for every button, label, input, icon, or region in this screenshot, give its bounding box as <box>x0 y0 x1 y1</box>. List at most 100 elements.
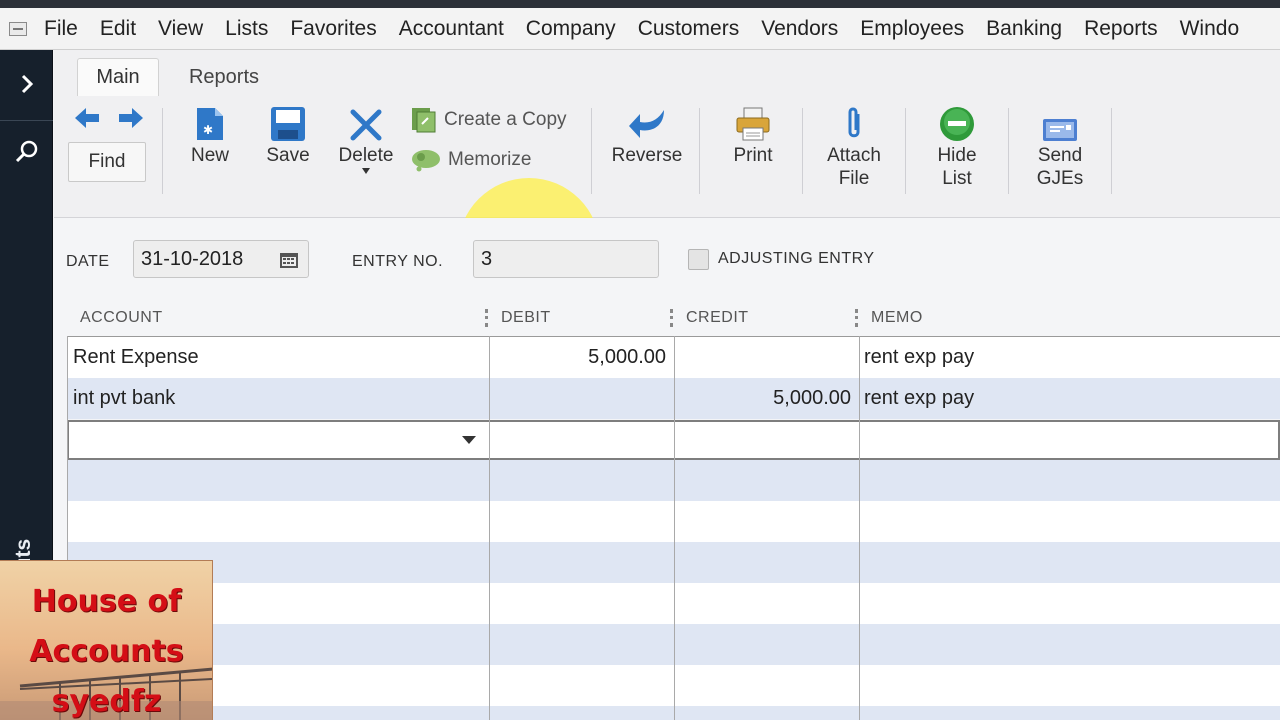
credit-cell[interactable]: 5,000.00 <box>674 378 859 419</box>
reverse-arrow-icon <box>628 104 666 142</box>
send-label-1: Send <box>1037 145 1083 166</box>
save-button[interactable]: Save <box>264 104 312 167</box>
tab-reports[interactable]: Reports <box>174 58 274 96</box>
debit-cell[interactable]: 5,000.00 <box>489 337 674 378</box>
quickbooks-window: File Edit View Lists Favorites Accountan… <box>0 0 1280 720</box>
create-copy-label: Create a Copy <box>444 109 567 130</box>
menu-edit[interactable]: Edit <box>100 17 136 41</box>
col-header-credit[interactable]: CREDIT <box>686 300 749 336</box>
channel-watermark: House of Accounts syedfz <box>0 560 213 720</box>
print-button[interactable]: Print <box>726 104 780 167</box>
menu-reports[interactable]: Reports <box>1084 17 1158 41</box>
grid-line <box>859 336 860 720</box>
credit-cell[interactable] <box>674 337 859 378</box>
toolbar-divider <box>1111 108 1112 194</box>
menu-lists[interactable]: Lists <box>225 17 268 41</box>
toolbar: Find ✱ New Save Delete Create a Copy Mem… <box>54 96 1280 320</box>
menu-employees[interactable]: Employees <box>860 17 964 41</box>
expand-chevron-icon[interactable] <box>0 62 53 106</box>
system-menu-icon[interactable] <box>6 19 30 39</box>
debit-cell[interactable] <box>489 378 674 419</box>
memo-cell[interactable]: rent exp pay <box>864 378 1274 419</box>
delete-x-icon <box>349 104 383 142</box>
date-field[interactable]: 31-10-2018 <box>133 240 309 278</box>
watermark-line-3: syedfz <box>51 684 162 719</box>
reverse-button[interactable]: Reverse <box>610 104 684 167</box>
grid-line <box>674 336 675 720</box>
toolbar-divider <box>1008 108 1009 194</box>
menu-favorites[interactable]: Favorites <box>290 17 376 41</box>
copy-document-icon <box>410 106 438 134</box>
send-gjes-button[interactable]: Send GJEs <box>1030 104 1090 190</box>
find-button[interactable]: Find <box>68 142 146 182</box>
menu-vendors[interactable]: Vendors <box>761 17 838 41</box>
previous-arrow-icon[interactable] <box>74 106 100 134</box>
account-dropdown-icon[interactable] <box>462 436 476 444</box>
reverse-label: Reverse <box>611 145 683 166</box>
next-arrow-icon[interactable] <box>118 106 144 134</box>
memo-cell[interactable]: rent exp pay <box>864 337 1274 378</box>
hide-list-button[interactable]: Hide List <box>930 104 984 190</box>
journal-entry-form: DATE 31-10-2018 ENTRY NO. 3 ADJUSTING EN… <box>54 218 1280 720</box>
journal-grid: ACCOUNT DEBIT CREDIT MEMO Rent Expense 5… <box>67 300 1280 720</box>
new-label: New <box>190 145 229 166</box>
menu-customers[interactable]: Customers <box>638 17 740 41</box>
attach-label-2: File <box>838 168 870 189</box>
col-header-debit[interactable]: DEBIT <box>501 300 551 336</box>
attach-file-button[interactable]: Attach File <box>822 104 886 190</box>
printer-icon <box>735 104 771 142</box>
sidebar-divider <box>0 120 53 121</box>
date-label: DATE <box>66 253 110 270</box>
new-document-icon: ✱ <box>195 104 225 142</box>
new-button[interactable]: ✱ New <box>188 104 232 167</box>
svg-text:✱: ✱ <box>203 123 213 137</box>
col-header-account[interactable]: ACCOUNT <box>80 300 163 336</box>
menu-bar: File Edit View Lists Favorites Accountan… <box>0 8 1280 50</box>
watermark-line-1: House of <box>31 584 182 619</box>
send-label-2: GJEs <box>1036 168 1084 189</box>
delete-button[interactable]: Delete <box>336 104 396 175</box>
toolbar-divider <box>802 108 803 194</box>
send-envelope-icon <box>1042 104 1078 142</box>
toolbar-divider <box>591 108 592 194</box>
attach-label-1: Attach <box>827 145 881 166</box>
search-icon[interactable] <box>0 130 53 174</box>
delete-label: Delete <box>338 145 394 166</box>
tab-main[interactable]: Main <box>77 58 159 96</box>
adjusting-entry-checkbox[interactable] <box>688 249 709 270</box>
entry-no-field[interactable]: 3 <box>473 240 659 278</box>
hide-minus-icon <box>939 104 975 142</box>
menu-view[interactable]: View <box>158 17 203 41</box>
delete-dropdown-icon[interactable] <box>361 167 371 175</box>
title-stripe <box>0 0 1280 8</box>
memorize-label: Memorize <box>448 149 532 170</box>
hide-label-2: List <box>942 168 972 189</box>
menu-window[interactable]: Windo <box>1180 17 1240 41</box>
date-value: 31-10-2018 <box>141 247 244 270</box>
print-label: Print <box>733 145 773 166</box>
account-cell[interactable]: int pvt bank <box>73 378 483 419</box>
column-resize-grip[interactable] <box>855 309 858 327</box>
menu-accountant[interactable]: Accountant <box>399 17 504 41</box>
adjusting-entry-label: ADJUSTING ENTRY <box>718 250 875 267</box>
memorize-button[interactable]: Memorize <box>410 144 531 176</box>
save-label: Save <box>266 145 310 166</box>
hide-label-1: Hide <box>937 145 977 166</box>
column-resize-grip[interactable] <box>670 309 673 327</box>
column-resize-grip[interactable] <box>485 309 488 327</box>
entry-no-value: 3 <box>481 247 493 270</box>
account-cell[interactable]: Rent Expense <box>73 337 483 378</box>
save-disk-icon <box>270 104 306 142</box>
toolbar-divider <box>905 108 906 194</box>
memorize-cloud-icon <box>410 146 442 174</box>
menu-company[interactable]: Company <box>526 17 616 41</box>
paperclip-icon <box>844 104 864 142</box>
menu-file[interactable]: File <box>44 17 78 41</box>
create-copy-button[interactable]: Create a Copy <box>410 104 567 136</box>
calendar-icon[interactable] <box>279 251 299 275</box>
toolbar-divider <box>162 108 163 194</box>
menu-banking[interactable]: Banking <box>986 17 1062 41</box>
watermark-line-2: Accounts <box>29 634 184 669</box>
col-header-memo[interactable]: MEMO <box>871 300 923 336</box>
ribbon: Main Reports Find ✱ New Save Delete Crea… <box>54 50 1280 320</box>
